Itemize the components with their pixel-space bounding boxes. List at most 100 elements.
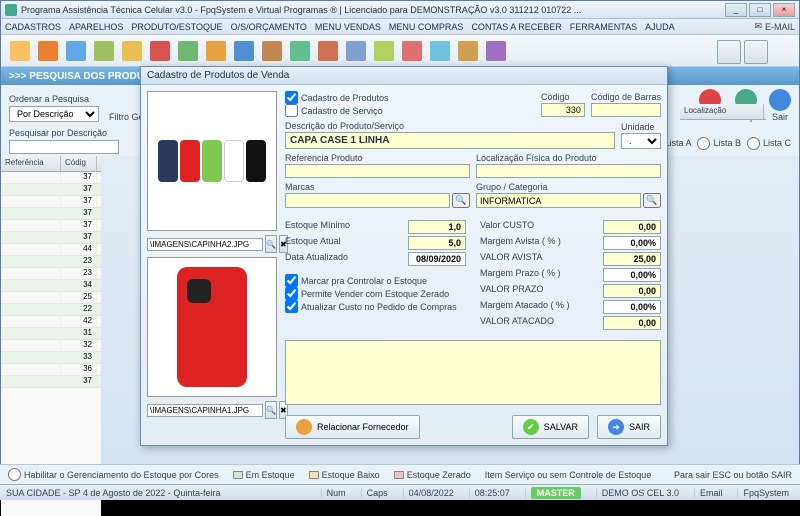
col-localizacao[interactable]: Localização xyxy=(680,104,764,119)
table-row[interactable]: 32 xyxy=(1,340,101,352)
toolbar-btn3[interactable] xyxy=(63,38,89,64)
menu-cadastros[interactable]: CADASTROS xyxy=(5,22,61,32)
codigo-input[interactable] xyxy=(541,103,585,117)
table-row[interactable]: 22 xyxy=(1,304,101,316)
stock-data[interactable]: 08/09/2020 xyxy=(408,252,466,266)
ref-input[interactable] xyxy=(285,164,470,178)
habilitar-cores[interactable]: Habilitar o Gerenciamento do Estoque por… xyxy=(8,468,219,481)
stock-atual[interactable]: 5,0 xyxy=(408,236,466,250)
menu-compras[interactable]: MENU COMPRAS xyxy=(389,22,464,32)
menu-ajuda[interactable]: AJUDA xyxy=(645,22,675,32)
img2-path[interactable] xyxy=(147,404,263,417)
toolbar-btn12[interactable] xyxy=(315,38,341,64)
grupo-input[interactable] xyxy=(476,193,641,208)
cb-produto[interactable]: Cadastro de Produtos xyxy=(285,91,389,104)
stock-min[interactable]: 1,0 xyxy=(408,220,466,234)
toolbar-btn5[interactable] xyxy=(119,38,145,64)
table-row[interactable]: 42 xyxy=(1,316,101,328)
table-row[interactable]: 23 xyxy=(1,256,101,268)
toolbar-clientes[interactable] xyxy=(7,38,33,64)
table-row[interactable]: 37 xyxy=(1,220,101,232)
marcas-lookup[interactable]: 🔍 xyxy=(452,193,470,208)
toolbar-btn10[interactable] xyxy=(259,38,285,64)
toolbar-btn11[interactable] xyxy=(287,38,313,64)
cb-permite[interactable]: Permite Vender com Estoque Zerado xyxy=(285,287,466,300)
img1-path[interactable] xyxy=(147,238,263,251)
toolbar-btn18[interactable] xyxy=(483,38,509,64)
toolstrip-btn2[interactable] xyxy=(744,40,768,64)
results-grid[interactable]: Referência Códig 37373737373744232334252… xyxy=(1,156,101,516)
table-row[interactable]: 31 xyxy=(1,328,101,340)
toolbar-btn7[interactable] xyxy=(175,38,201,64)
toolstrip-btn1[interactable] xyxy=(717,40,741,64)
table-row[interactable]: 37 xyxy=(1,208,101,220)
cb-atualizar[interactable]: Atualizar Custo no Pedido de Compras xyxy=(285,300,466,313)
toolbar-btn13[interactable] xyxy=(343,38,369,64)
status-email[interactable]: Email xyxy=(694,488,728,498)
modal-sair-button[interactable]: ➜SAIR xyxy=(597,415,661,439)
table-row[interactable]: 25 xyxy=(1,292,101,304)
menu-contas[interactable]: CONTAS A RECEBER xyxy=(471,22,561,32)
lista-c[interactable]: Lista C xyxy=(747,132,791,154)
cb-marcar[interactable]: Marcar pra Controlar o Estoque xyxy=(285,274,466,287)
vatac-val[interactable]: 0,00 xyxy=(603,316,661,330)
unidade-select[interactable]: . xyxy=(621,133,661,149)
toolbar-btn16[interactable] xyxy=(427,38,453,64)
custo-val[interactable]: 0,00 xyxy=(603,220,661,234)
table-row[interactable]: 44 xyxy=(1,244,101,256)
desc-value[interactable]: CAPA CASE 1 LINHA xyxy=(285,132,615,149)
mprazo-val[interactable]: 0,00% xyxy=(603,268,661,282)
toolbar-btn8[interactable] xyxy=(203,38,229,64)
table-row[interactable]: 37 xyxy=(1,184,101,196)
status-num: Num xyxy=(321,488,351,498)
barras-label: Código de Barras xyxy=(591,92,661,102)
col-referencia[interactable]: Referência xyxy=(1,156,61,171)
marcas-input[interactable] xyxy=(285,193,450,208)
order-select[interactable]: Por Descrição xyxy=(9,106,99,122)
lista-b[interactable]: Lista B xyxy=(697,132,741,154)
app-icon xyxy=(5,4,17,16)
table-row[interactable]: 37 xyxy=(1,232,101,244)
menu-os[interactable]: O/S/ORÇAMENTO xyxy=(231,22,307,32)
cb-servico[interactable]: Cadastro de Serviço xyxy=(285,104,389,117)
relacionar-button[interactable]: Relacionar Fornecedor xyxy=(285,415,420,439)
grupo-lookup[interactable]: 🔍 xyxy=(643,193,661,208)
mavista-val[interactable]: 0,00% xyxy=(603,236,661,250)
search-desc-input[interactable] xyxy=(9,140,119,154)
toolbar-btn17[interactable] xyxy=(455,38,481,64)
status-fpq[interactable]: FpqSystem xyxy=(737,488,794,498)
table-row[interactable]: 37 xyxy=(1,196,101,208)
table-row[interactable]: 34 xyxy=(1,280,101,292)
table-row[interactable]: 36 xyxy=(1,364,101,376)
barras-input[interactable] xyxy=(591,103,661,117)
menu-ferramentas[interactable]: FERRAMENTAS xyxy=(570,22,637,32)
salvar-button[interactable]: ✔SALVAR xyxy=(512,415,589,439)
notes-area[interactable] xyxy=(285,340,661,405)
table-row[interactable]: 33 xyxy=(1,352,101,364)
table-row[interactable]: 37 xyxy=(1,376,101,388)
img2-browse[interactable]: 🔍 xyxy=(265,401,277,419)
loc-input[interactable] xyxy=(476,164,661,178)
menu-vendas[interactable]: MENU VENDAS xyxy=(315,22,381,32)
minimize-button[interactable]: _ xyxy=(725,3,747,17)
toolbar-btn6[interactable] xyxy=(147,38,173,64)
vprazo-val[interactable]: 0,00 xyxy=(603,284,661,298)
toolbar-btn4[interactable] xyxy=(91,38,117,64)
table-row[interactable]: 37 xyxy=(1,172,101,184)
matac-val[interactable]: 0,00% xyxy=(603,300,661,314)
sair-button[interactable]: Sair xyxy=(769,89,791,122)
table-row[interactable]: 23 xyxy=(1,268,101,280)
toolbar-btn14[interactable] xyxy=(371,38,397,64)
menu-aparelhos[interactable]: APARELHOS xyxy=(69,22,123,32)
toolbar-btn15[interactable] xyxy=(399,38,425,64)
close-button[interactable]: × xyxy=(773,3,795,17)
toolbar-fornecedores[interactable] xyxy=(35,38,61,64)
menu-produto[interactable]: PRODUTO/ESTOQUE xyxy=(131,22,222,32)
vavista-val[interactable]: 25,00 xyxy=(603,252,661,266)
toolbar-btn9[interactable] xyxy=(231,38,257,64)
col-codigo[interactable]: Códig xyxy=(61,156,97,171)
maximize-button[interactable]: □ xyxy=(749,3,771,17)
unidade-label: Unidade xyxy=(621,122,661,132)
img1-browse[interactable]: 🔍 xyxy=(265,235,277,253)
email-button[interactable]: ✉ E-MAIL xyxy=(754,21,795,32)
